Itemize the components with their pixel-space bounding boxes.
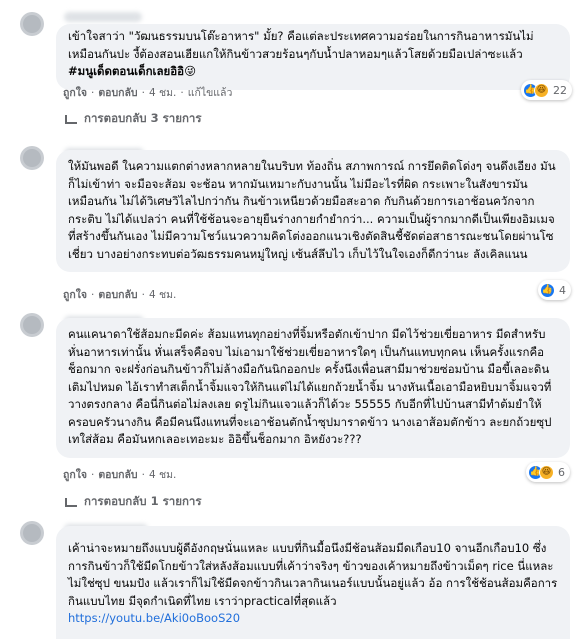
replies-count-label: การตอบกลับ 3 รายการ <box>84 111 202 125</box>
comment-actions: ถูกใจ · ตอบกลับ · 4 ชม. <box>63 466 176 483</box>
reaction-summary[interactable]: 👍 4 <box>538 280 571 300</box>
reaction-summary[interactable]: 👍 😆 22 <box>521 80 572 100</box>
edited-label: แก้ไขแล้ว <box>187 87 233 99</box>
reaction-count: 22 <box>553 83 567 97</box>
comment-bubble: ให้มันพอดี ในความแตกต่างหลากหลายในบริบท … <box>56 150 570 272</box>
reply-action[interactable]: ตอบกลับ <box>98 286 137 303</box>
comment-bubble: เค้าน่าจะหมายถึงแบบผู้ดีอังกฤษนั่นแหละ แ… <box>56 526 570 639</box>
reply-action[interactable]: ตอบกลับ <box>98 466 137 483</box>
haha-icon: 😆 <box>534 82 549 98</box>
youtube-link[interactable]: https://youtu.be/Aki0oBooS20 <box>68 611 240 625</box>
reply-arrow-icon <box>65 114 77 124</box>
comment-text: ให้มันพอดี ในความแตกต่างหลากหลายในบริบท … <box>68 159 556 261</box>
reaction-summary[interactable]: 👍 😆 6 <box>526 462 570 482</box>
like-action[interactable]: ถูกใจ <box>63 286 87 303</box>
comment-bubble: เข้าใจสาว่า "วัฒนธรรมบนโต๊ะอาหาร" มั้ย? … <box>56 24 570 90</box>
reaction-count: 6 <box>558 465 565 479</box>
comment-text: คนแคนาดาใช้ส้อมกะมีดค่ะ ส้อมแทนทุกอย่างท… <box>68 327 552 446</box>
hashtag-link[interactable]: #มนูเด็ดตอนเด็กเลยอิอิ <box>68 64 184 78</box>
author-name-blurred <box>64 12 142 22</box>
view-replies-link[interactable]: การตอบกลับ 3 รายการ <box>65 110 202 128</box>
timestamp[interactable]: 4 ชม. <box>149 466 176 483</box>
reply-action[interactable]: ตอบกลับ <box>98 84 137 101</box>
wink-emoji: 😜 <box>184 64 197 78</box>
reaction-count: 4 <box>559 283 566 297</box>
reply-arrow-icon <box>65 497 77 507</box>
timestamp[interactable]: 4 ชม. <box>149 84 176 101</box>
avatar[interactable] <box>20 146 44 170</box>
like-action[interactable]: ถูกใจ <box>63 466 87 483</box>
comment-actions: ถูกใจ · ตอบกลับ · 4 ชม. <box>63 286 176 303</box>
avatar[interactable] <box>20 313 44 337</box>
timestamp[interactable]: 4 ชม. <box>149 286 176 303</box>
haha-icon: 😆 <box>539 464 554 480</box>
comment-bubble: คนแคนาดาใช้ส้อมกะมีดค่ะ ส้อมแทนทุกอย่างท… <box>56 318 570 458</box>
avatar[interactable] <box>20 12 44 36</box>
like-icon: 👍 <box>540 282 555 298</box>
comment-text: เค้าน่าจะหมายถึงแบบผู้ดีอังกฤษนั่นแหละ แ… <box>68 541 558 608</box>
replies-count-label: การตอบกลับ 1 รายการ <box>84 494 202 508</box>
comment-actions: ถูกใจ · ตอบกลับ · 4 ชม. · แก้ไขแล้ว <box>63 84 232 101</box>
view-replies-link[interactable]: การตอบกลับ 1 รายการ <box>65 493 202 511</box>
like-action[interactable]: ถูกใจ <box>63 84 87 101</box>
avatar[interactable] <box>20 521 44 545</box>
comment-text: เข้าใจสาว่า "วัฒนธรรมบนโต๊ะอาหาร" มั้ย? … <box>68 29 534 61</box>
